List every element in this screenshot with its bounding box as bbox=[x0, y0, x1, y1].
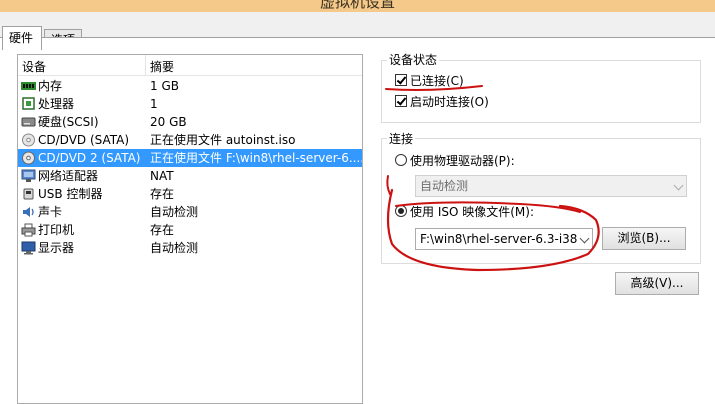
device-name: 声卡 bbox=[38, 205, 63, 219]
memory-icon bbox=[21, 82, 36, 90]
device-name: 打印机 bbox=[38, 223, 75, 237]
sound-card-icon bbox=[23, 207, 34, 217]
chevron-down-icon bbox=[579, 233, 590, 244]
connect-on-start-checkbox[interactable] bbox=[395, 95, 407, 107]
iso-image-path-value: F:\win8\rhel-server-6.3-i386 bbox=[420, 232, 578, 246]
window-title-bar: 虚拟机设置 bbox=[0, 0, 715, 12]
browse-button[interactable]: 浏览(B)... bbox=[602, 227, 686, 250]
device-summary: 自动检测 bbox=[150, 241, 199, 255]
iso-image-radio[interactable] bbox=[395, 205, 407, 217]
connected-label: 已连接(C) bbox=[410, 74, 464, 88]
device-summary: 存在 bbox=[150, 187, 175, 201]
device-summary: 20 GB bbox=[150, 115, 187, 129]
device-summary: 正在使用文件 autoinst.iso bbox=[150, 133, 296, 147]
device-row-printer[interactable]: 打印机 存在 bbox=[18, 221, 362, 239]
window-title: 虚拟机设置 bbox=[320, 0, 396, 11]
connected-checkbox[interactable] bbox=[395, 74, 407, 86]
connection-title: 连接 bbox=[387, 130, 416, 147]
device-row-memory[interactable]: 内存 1 GB bbox=[18, 77, 362, 95]
device-row-usb-controller[interactable]: USB 控制器 存在 bbox=[18, 185, 362, 203]
device-summary: 1 GB bbox=[150, 79, 179, 93]
device-row-network-adapter[interactable]: 网络适配器 NAT bbox=[18, 167, 362, 185]
device-summary: NAT bbox=[150, 169, 174, 183]
hard-disk-icon bbox=[21, 117, 36, 127]
chevron-down-icon bbox=[673, 180, 684, 191]
device-name: 内存 bbox=[38, 79, 63, 93]
device-summary: 1 bbox=[150, 97, 158, 111]
physical-drive-label: 使用物理驱动器(P): bbox=[410, 154, 515, 168]
device-summary: 存在 bbox=[150, 223, 175, 237]
iso-image-label: 使用 ISO 映像文件(M): bbox=[410, 205, 534, 219]
device-row-cd-dvd-2[interactable]: CD/DVD 2 (SATA) 正在使用文件 F:\win8\rhel-serv… bbox=[18, 149, 362, 167]
device-row-cd-dvd[interactable]: CD/DVD (SATA) 正在使用文件 autoinst.iso bbox=[18, 131, 362, 149]
column-header-summary[interactable]: 摘要 bbox=[150, 58, 174, 75]
tab-hardware[interactable]: 硬件 bbox=[2, 26, 42, 50]
device-list-header: 设备 摘要 bbox=[18, 55, 362, 76]
display-icon bbox=[21, 241, 36, 255]
device-list[interactable]: 设备 摘要 内存 1 GB 处理器 1 硬盘(SCSI) 20 GB CD/DV… bbox=[17, 54, 363, 404]
device-name: 网络适配器 bbox=[38, 169, 99, 183]
usb-controller-icon bbox=[23, 188, 34, 200]
physical-drive-select[interactable]: 自动检测 bbox=[415, 175, 687, 197]
column-header-device[interactable]: 设备 bbox=[22, 58, 46, 75]
device-name: CD/DVD 2 (SATA) bbox=[38, 151, 141, 165]
tab-strip: 硬件 选项 bbox=[0, 12, 715, 50]
iso-image-path-select[interactable]: F:\win8\rhel-server-6.3-i386 bbox=[415, 228, 593, 250]
column-divider[interactable] bbox=[145, 55, 146, 75]
device-name: CD/DVD (SATA) bbox=[38, 133, 130, 147]
physical-drive-radio[interactable] bbox=[395, 154, 407, 166]
cd-dvd-icon bbox=[22, 151, 35, 165]
device-row-sound-card[interactable]: 声卡 自动检测 bbox=[18, 203, 362, 221]
printer-icon bbox=[21, 223, 36, 237]
device-name: 硬盘(SCSI) bbox=[38, 115, 99, 129]
physical-drive-value: 自动检测 bbox=[420, 179, 469, 193]
hardware-panel: 设备 摘要 内存 1 GB 处理器 1 硬盘(SCSI) 20 GB CD/DV… bbox=[0, 37, 715, 404]
device-status-group bbox=[381, 60, 701, 123]
device-summary: 正在使用文件 F:\win8\rhel-server-6.... bbox=[150, 151, 362, 165]
device-status-title: 设备状态 bbox=[387, 51, 440, 68]
advanced-button[interactable]: 高级(V)... bbox=[615, 272, 699, 295]
device-summary: 自动检测 bbox=[150, 205, 199, 219]
device-row-processor[interactable]: 处理器 1 bbox=[18, 95, 362, 113]
device-row-hard-disk[interactable]: 硬盘(SCSI) 20 GB bbox=[18, 113, 362, 131]
processor-icon bbox=[22, 97, 35, 110]
device-row-display[interactable]: 显示器 自动检测 bbox=[18, 239, 362, 257]
connect-on-start-label: 启动时连接(O) bbox=[410, 95, 489, 109]
network-adapter-icon bbox=[21, 169, 36, 182]
device-name: 处理器 bbox=[38, 97, 75, 111]
device-name: 显示器 bbox=[38, 241, 75, 255]
device-name: USB 控制器 bbox=[38, 187, 103, 201]
cd-dvd-icon bbox=[22, 133, 35, 147]
